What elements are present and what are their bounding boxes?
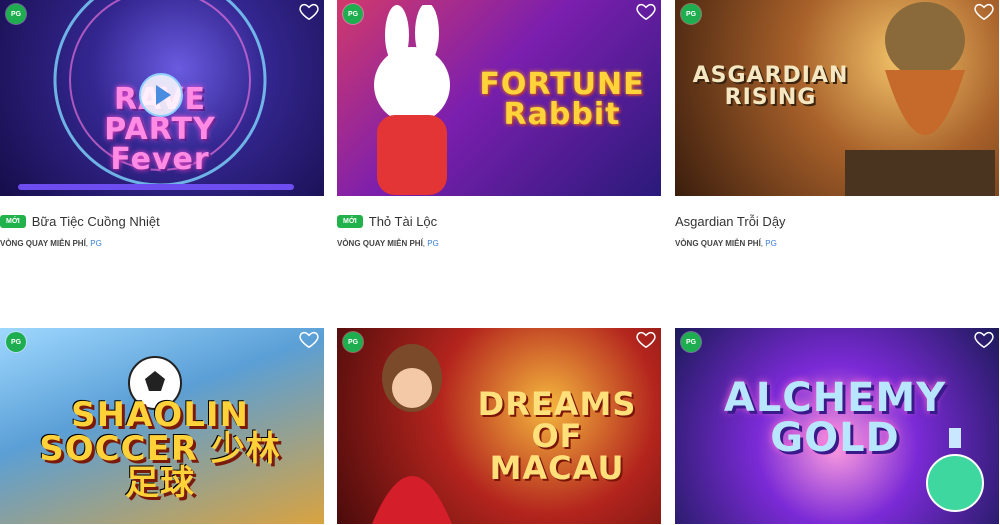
provider-link[interactable]: PG — [765, 239, 777, 248]
game-thumbnail[interactable]: PG DREAMS OF MACAU — [337, 328, 661, 524]
game-card[interactable]: PG ALCHEMY GOLD — [675, 328, 999, 524]
provider-link[interactable]: PG — [427, 239, 439, 248]
game-card[interactable]: PG RAVE PARTY Fever MỚI Bữa Tiệc Cuồng N… — [0, 0, 324, 248]
provider-badge: PG — [681, 332, 701, 352]
artwork-title: ALCHEMY GOLD — [723, 375, 947, 461]
heart-icon[interactable] — [973, 328, 995, 350]
game-thumbnail[interactable]: PG ASGARDIAN RISING — [675, 0, 999, 196]
provider-badge: PG — [343, 332, 363, 352]
game-card[interactable]: PG FORTUNE Rabbit MỚI Thỏ Tài Lộc VÒNG Q… — [337, 0, 661, 248]
artwork-title: SHAOLIN SOCCER 少林足球 — [39, 395, 281, 503]
artwork-title: ASGARDIAN RISING — [692, 63, 849, 110]
meta-label: VÒNG QUAY MIỄN PHÍ — [0, 239, 86, 248]
game-meta: VÒNG QUAY MIỄN PHÍ, PG — [337, 239, 661, 248]
rabbit-illustration — [374, 5, 450, 195]
game-card[interactable]: PG DREAMS OF MACAU — [337, 328, 661, 524]
artwork-title: DREAMS OF MACAU — [477, 385, 637, 487]
game-card[interactable]: PG ASGARDIAN RISING Asgardian Trỗi Dậy V… — [675, 0, 999, 248]
game-thumbnail[interactable]: PG RAVE PARTY Fever — [0, 0, 324, 196]
game-name[interactable]: Bữa Tiệc Cuồng Nhiệt — [32, 214, 160, 229]
game-thumbnail[interactable]: PG FORTUNE Rabbit — [337, 0, 661, 196]
artwork-title: FORTUNE Rabbit — [479, 67, 645, 132]
heart-icon[interactable] — [973, 0, 995, 22]
game-name[interactable]: Asgardian Trỗi Dậy — [675, 214, 786, 229]
heart-icon[interactable] — [298, 0, 320, 22]
game-meta: VÒNG QUAY MIỄN PHÍ, PG — [0, 239, 324, 248]
game-card[interactable]: PG SHAOLIN SOCCER 少林足球 — [0, 328, 324, 524]
play-icon[interactable] — [138, 72, 184, 118]
woman-illustration — [372, 344, 452, 524]
provider-badge: PG — [343, 4, 363, 24]
provider-badge: PG — [681, 4, 701, 24]
game-meta: VÒNG QUAY MIỄN PHÍ, PG — [675, 239, 999, 248]
new-badge: MỚI — [0, 214, 26, 228]
game-name[interactable]: Thỏ Tài Lộc — [369, 214, 437, 229]
provider-badge: PG — [6, 4, 26, 24]
provider-badge: PG — [6, 332, 26, 352]
meta-label: VÒNG QUAY MIỄN PHÍ — [337, 239, 423, 248]
stage-bar — [18, 184, 294, 190]
heart-icon[interactable] — [635, 0, 657, 22]
game-thumbnail[interactable]: PG ALCHEMY GOLD — [675, 328, 999, 524]
game-thumbnail[interactable]: PG SHAOLIN SOCCER 少林足球 — [0, 328, 324, 524]
meta-label: VÒNG QUAY MIỄN PHÍ — [675, 239, 761, 248]
heart-icon[interactable] — [298, 328, 320, 350]
viking-illustration — [845, 2, 995, 196]
provider-link[interactable]: PG — [90, 239, 102, 248]
heart-icon[interactable] — [635, 328, 657, 350]
new-badge: MỚI — [337, 214, 363, 228]
